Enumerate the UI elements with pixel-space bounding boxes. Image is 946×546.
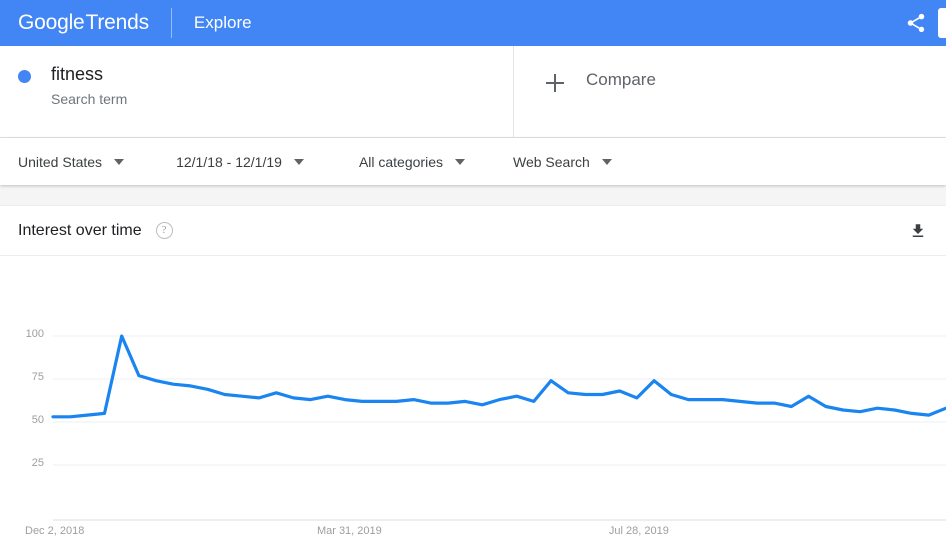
search-term-name: fitness bbox=[51, 62, 127, 86]
y-tick-label-50: 50 bbox=[18, 414, 44, 426]
series-color-dot bbox=[18, 70, 31, 83]
google-trends-logo[interactable]: Google Trends bbox=[18, 11, 149, 35]
compare-card[interactable]: Compare bbox=[514, 46, 946, 137]
interest-over-time-card: Interest over time ? 25 50 75 100 Dec 2, 20… bbox=[0, 205, 946, 533]
chevron-down-icon bbox=[294, 159, 304, 165]
location-filter[interactable]: United States bbox=[18, 154, 124, 170]
x-tick-label: Dec 2, 2018 bbox=[25, 525, 84, 537]
appbar-divider bbox=[171, 8, 172, 38]
card-header: Interest over time ? bbox=[0, 206, 946, 256]
chart-plot-area bbox=[53, 336, 946, 417]
logo-trends-text: Trends bbox=[86, 11, 149, 35]
category-filter-label: All categories bbox=[359, 154, 443, 170]
content-gap-band bbox=[0, 185, 946, 205]
card-title: Interest over time bbox=[18, 222, 142, 240]
y-tick-label-25: 25 bbox=[18, 457, 44, 469]
category-filter[interactable]: All categories bbox=[359, 154, 465, 170]
y-tick-label-100: 100 bbox=[18, 328, 44, 340]
location-filter-label: United States bbox=[18, 154, 102, 170]
compare-label: Compare bbox=[586, 70, 656, 90]
appbar-actions bbox=[894, 0, 946, 46]
y-tick-label-75: 75 bbox=[18, 371, 44, 383]
chart-gridlines bbox=[53, 336, 946, 520]
download-button[interactable] bbox=[906, 219, 930, 243]
search-term-text: fitness Search term bbox=[51, 62, 127, 107]
download-icon bbox=[909, 222, 927, 240]
app-bar: Google Trends Explore bbox=[0, 0, 946, 46]
x-tick-label: Jul 28, 2019 bbox=[609, 525, 669, 537]
date-range-filter-label: 12/1/18 - 12/1/19 bbox=[176, 154, 282, 170]
trends-line-chart[interactable]: 25 50 75 100 Dec 2, 2018 Mar 31, 2019 Jul 28,… bbox=[0, 256, 946, 534]
search-term-card[interactable]: fitness Search term bbox=[0, 46, 514, 137]
filter-bar: United States 12/1/18 - 12/1/19 All cate… bbox=[0, 138, 946, 185]
x-tick-label: Mar 31, 2019 bbox=[317, 525, 382, 537]
nav-explore[interactable]: Explore bbox=[194, 13, 252, 33]
share-icon bbox=[905, 12, 927, 34]
chevron-down-icon bbox=[455, 159, 465, 165]
date-range-filter[interactable]: 12/1/18 - 12/1/19 bbox=[176, 154, 304, 170]
chevron-down-icon bbox=[602, 159, 612, 165]
plus-icon bbox=[546, 74, 564, 92]
search-type-filter-label: Web Search bbox=[513, 154, 590, 170]
series-line-fitness bbox=[53, 336, 946, 417]
chart-canvas bbox=[0, 256, 946, 534]
search-term-type: Search term bbox=[51, 91, 127, 107]
share-button[interactable] bbox=[894, 0, 938, 46]
help-icon[interactable]: ? bbox=[156, 222, 173, 239]
overflow-panel-edge[interactable] bbox=[938, 8, 946, 38]
logo-google-text: Google bbox=[18, 11, 85, 35]
search-type-filter[interactable]: Web Search bbox=[513, 154, 612, 170]
chevron-down-icon bbox=[114, 159, 124, 165]
search-terms-row: fitness Search term Compare bbox=[0, 46, 946, 138]
